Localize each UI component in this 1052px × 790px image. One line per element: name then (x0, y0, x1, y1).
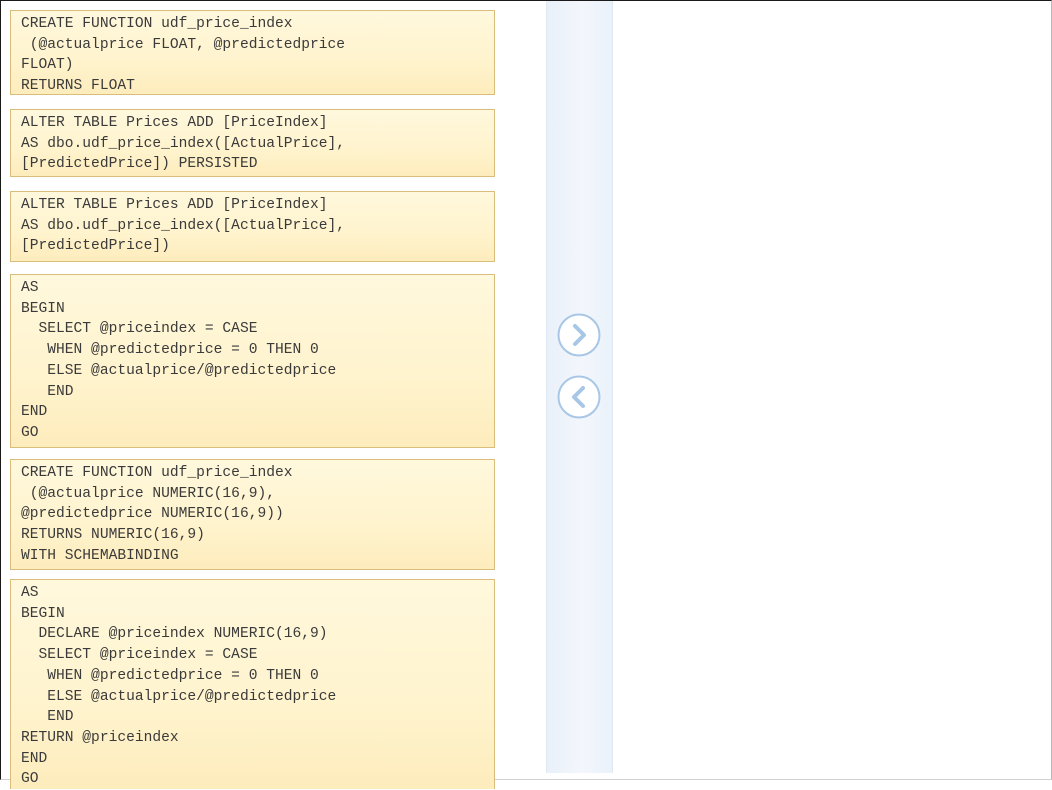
code-line: [PredictedPrice]) (21, 238, 170, 255)
code-line: DECLARE @priceindex NUMERIC(16,9) (21, 626, 328, 643)
chevron-left-circle-icon (557, 375, 601, 419)
code-line: (@actualprice NUMERIC(16,9), (21, 485, 275, 502)
answer-area[interactable] (613, 2, 1050, 778)
code-line: CREATE FUNCTION udf_price_index (21, 465, 293, 481)
code-line: ELSE @actualprice/@predictedprice (21, 688, 337, 705)
drag-drop-question: CREATE FUNCTION udf_price_index (@actual… (0, 0, 1052, 789)
code-line: WHEN @predictedprice = 0 THEN 0 (21, 667, 319, 684)
code-line: END (21, 750, 48, 767)
code-line: AS dbo.udf_price_index([ActualPrice], (21, 217, 346, 234)
code-line: END (21, 709, 74, 726)
code-line: END (21, 383, 74, 400)
code-line: ALTER TABLE Prices ADD [PriceIndex] (21, 115, 328, 131)
code-line: AS dbo.udf_price_index([ActualPrice], (21, 135, 346, 152)
code-line: WHEN @predictedprice = 0 THEN 0 (21, 342, 319, 359)
code-line: @predictedprice NUMERIC(16,9)) (21, 506, 284, 523)
code-line: SELECT @priceindex = CASE (21, 647, 258, 664)
code-line: CREATE FUNCTION udf_price_index (21, 16, 293, 32)
code-line: BEGIN (21, 605, 65, 622)
code-line: AS (21, 585, 39, 601)
code-choice-1[interactable]: CREATE FUNCTION udf_price_index (@actual… (10, 10, 495, 95)
code-line: BEGIN (21, 300, 65, 317)
code-line: WITH SCHEMABINDING (21, 547, 179, 564)
move-right-button[interactable] (556, 312, 602, 358)
code-choice-6[interactable]: AS BEGIN DECLARE @priceindex NUMERIC(16,… (10, 579, 495, 789)
code-choice-3[interactable]: ALTER TABLE Prices ADD [PriceIndex] AS d… (10, 191, 495, 262)
chevron-right-circle-icon (557, 313, 601, 357)
code-choice-2[interactable]: ALTER TABLE Prices ADD [PriceIndex] AS d… (10, 109, 495, 177)
code-choice-5[interactable]: CREATE FUNCTION udf_price_index (@actual… (10, 459, 495, 570)
code-line: RETURNS FLOAT (21, 78, 135, 95)
code-line: AS (21, 280, 39, 296)
code-line: END (21, 404, 48, 421)
code-choice-4[interactable]: AS BEGIN SELECT @priceindex = CASE WHEN … (10, 274, 495, 448)
code-line: ALTER TABLE Prices ADD [PriceIndex] (21, 197, 328, 213)
code-line: SELECT @priceindex = CASE (21, 321, 258, 338)
code-line: RETURN @priceindex (21, 729, 179, 746)
code-line: GO (21, 424, 39, 441)
code-line: FLOAT) (21, 57, 74, 74)
move-left-button[interactable] (556, 374, 602, 420)
code-line: ELSE @actualprice/@predictedprice (21, 362, 337, 379)
code-line: [PredictedPrice]) PERSISTED (21, 156, 258, 173)
code-line: (@actualprice FLOAT, @predictedprice (21, 36, 346, 53)
code-line: RETURNS NUMERIC(16,9) (21, 527, 205, 544)
